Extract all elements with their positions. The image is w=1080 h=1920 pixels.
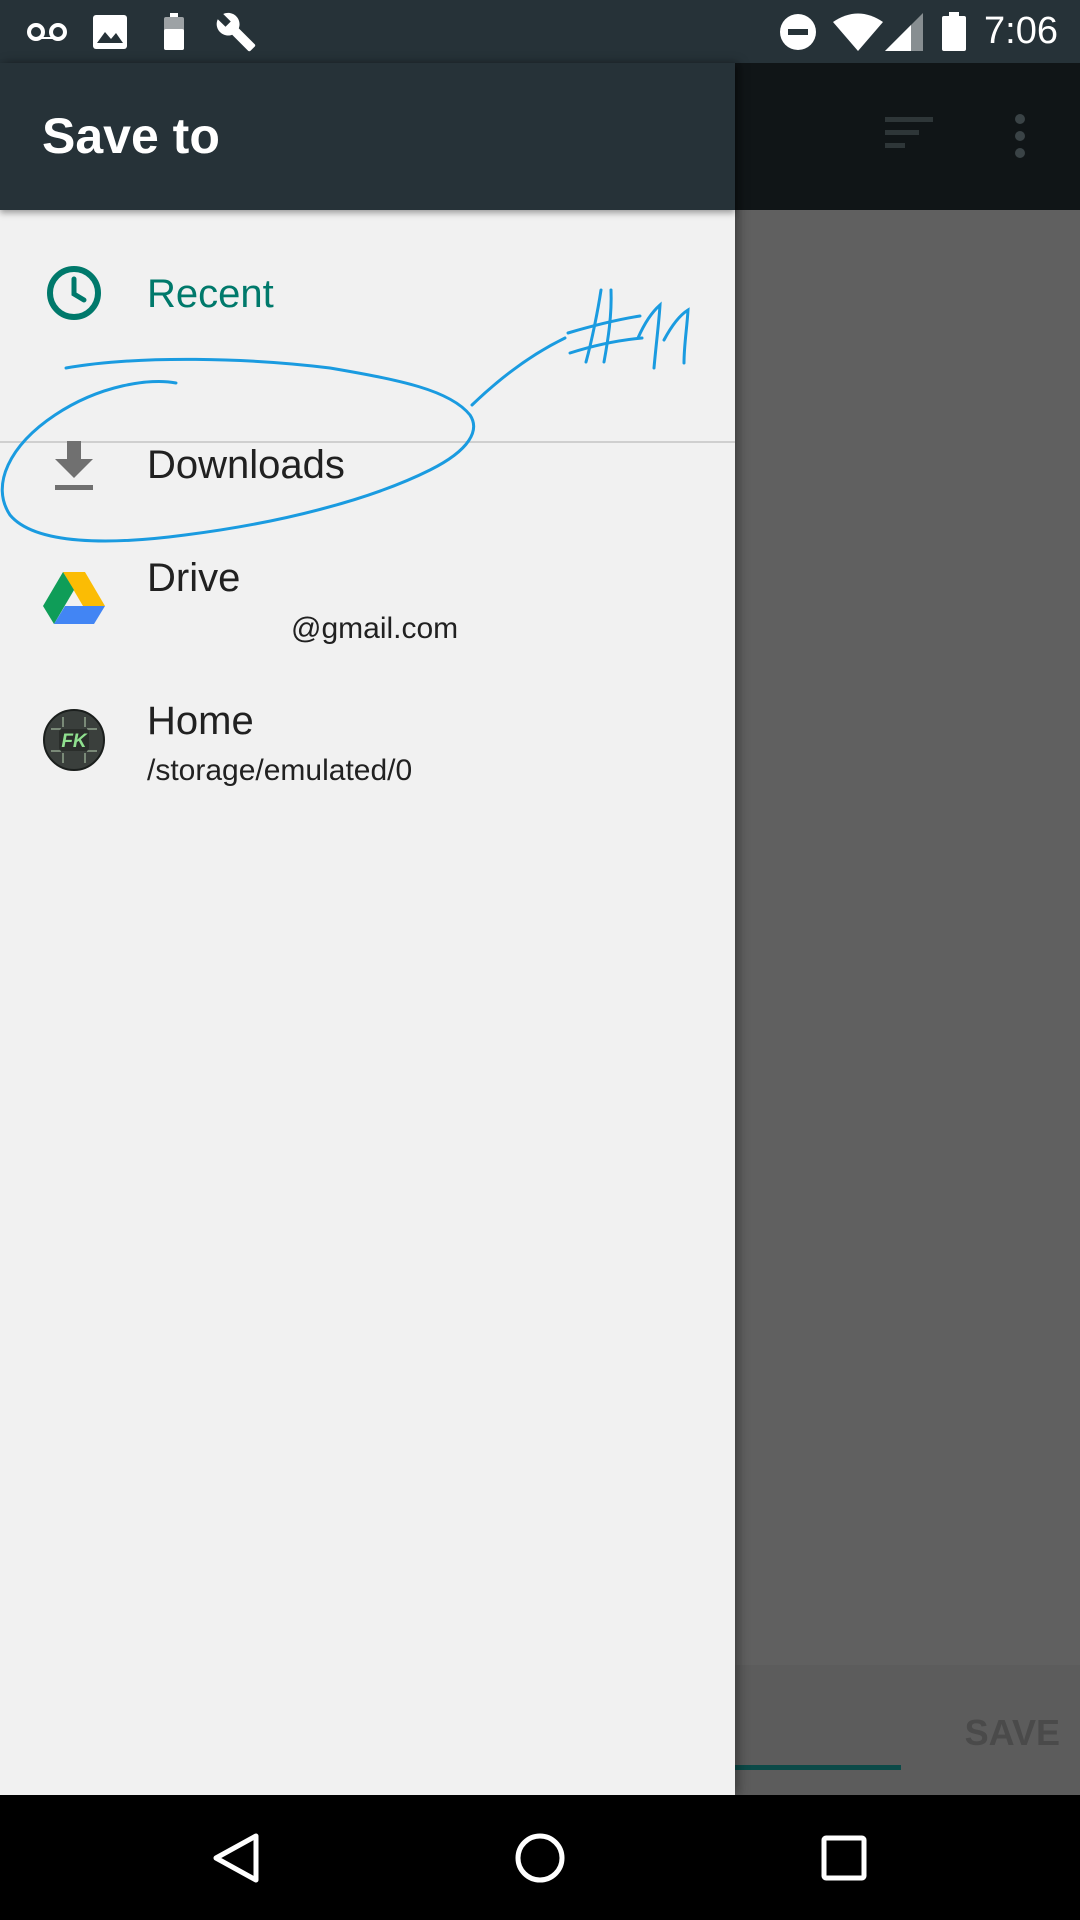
drawer-item-subtitle-home: /storage/emulated/0 [147, 754, 413, 787]
save-button[interactable]: SAVE [940, 1708, 1060, 1758]
download-icon [42, 434, 106, 498]
voicemail-icon [24, 0, 70, 63]
overflow-menu-icon[interactable] [1013, 113, 1027, 164]
back-icon[interactable] [176, 1795, 296, 1920]
navigation-bar [0, 1795, 1080, 1920]
drawer-item-label-recent: Recent [147, 272, 274, 316]
clock-icon [42, 261, 106, 325]
battery-saver-icon [160, 0, 188, 63]
wifi-icon [832, 0, 884, 63]
drawer-item-label-home: Home [147, 699, 254, 743]
battery-icon [938, 0, 970, 63]
drawer-item-downloads[interactable] [0, 443, 735, 613]
clock-time: 7:06 [984, 10, 1058, 52]
drawer-item-label-downloads: Downloads [147, 443, 345, 487]
filename-field-underline [735, 1765, 901, 1770]
image-icon [90, 0, 130, 63]
background-toolbar [735, 63, 1080, 210]
drawer-item-recent[interactable] [0, 273, 735, 441]
drawer-item-subtitle-drive: @gmail.com [291, 612, 459, 645]
drawer-header: Save to [0, 63, 735, 210]
do-not-disturb-icon [776, 0, 820, 63]
roots-drawer: Save to [0, 63, 735, 1795]
google-drive-icon [42, 566, 106, 630]
clock-icon [42, 63, 106, 127]
drawer-item-label-drive: Drive [147, 556, 241, 600]
home-icon[interactable] [480, 1795, 600, 1920]
recents-icon[interactable] [784, 1795, 904, 1920]
cell-signal-icon [884, 0, 924, 63]
fk-app-icon: FK [42, 708, 106, 772]
status-bar: 7:06 [0, 0, 1080, 63]
background-content [735, 210, 1080, 1795]
fk-logo-text: FK [61, 731, 88, 752]
wrench-icon [212, 0, 260, 63]
sort-icon[interactable] [885, 113, 935, 158]
